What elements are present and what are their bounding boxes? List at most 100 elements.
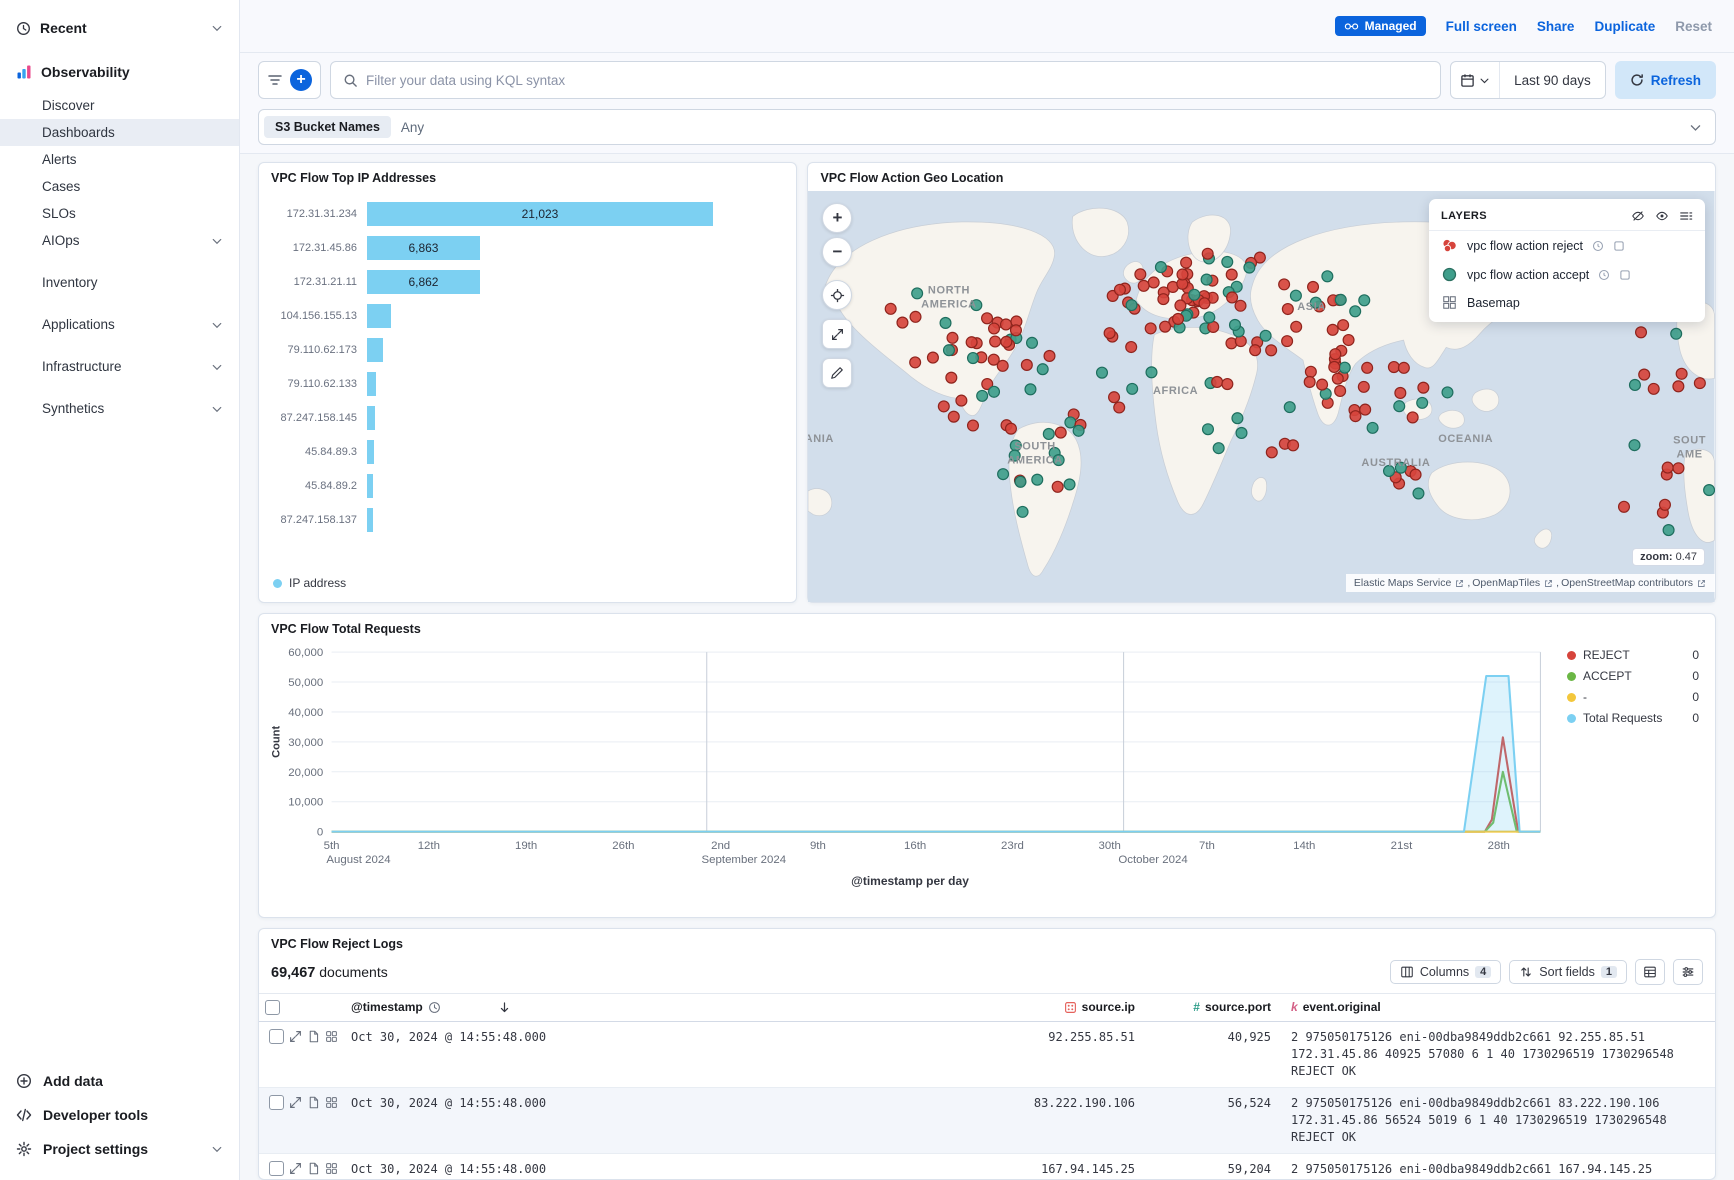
map-point-reject[interactable] <box>1333 373 1344 384</box>
date-picker[interactable]: Last 90 days <box>1450 61 1606 99</box>
map-point-reject[interactable] <box>1266 345 1277 356</box>
map-point-reject[interactable] <box>1160 321 1171 332</box>
map-point-accept[interactable] <box>968 353 979 364</box>
map-point-accept[interactable] <box>1285 402 1296 413</box>
sidebar-item-discover[interactable]: Discover <box>0 92 239 119</box>
map-point-reject[interactable] <box>1282 336 1293 347</box>
map-point-accept[interactable] <box>1359 295 1370 306</box>
map-point-accept[interactable] <box>1065 479 1076 490</box>
map-point-reject[interactable] <box>1673 463 1684 474</box>
bar[interactable] <box>367 474 373 498</box>
map-point-reject[interactable] <box>1389 362 1400 373</box>
sort-fields-button[interactable]: Sort fields 1 <box>1509 960 1627 984</box>
map-point-reject[interactable] <box>1158 294 1169 305</box>
map-point-accept[interactable] <box>1671 328 1682 339</box>
bar[interactable] <box>367 406 375 430</box>
map-point-accept[interactable] <box>971 300 982 311</box>
map-point-reject[interactable] <box>1267 447 1278 458</box>
map-point-reject[interactable] <box>1619 501 1630 512</box>
map-point-accept[interactable] <box>1032 474 1043 485</box>
eye-off-icon[interactable] <box>1631 209 1645 223</box>
map-point-reject[interactable] <box>956 395 967 406</box>
legend-item-total-requests[interactable]: Total Requests0 <box>1567 711 1699 725</box>
map-point-reject[interactable] <box>897 317 908 328</box>
map-point-accept[interactable] <box>1074 425 1085 436</box>
map-point-accept[interactable] <box>912 288 923 299</box>
map-point-reject[interactable] <box>910 357 921 368</box>
map-point-accept[interactable] <box>1232 413 1243 424</box>
map-point-accept[interactable] <box>1010 450 1021 461</box>
map-point-accept[interactable] <box>1038 364 1049 375</box>
map-point-reject[interactable] <box>1411 469 1422 480</box>
map-point-reject[interactable] <box>911 311 922 322</box>
map-point-reject[interactable] <box>1114 402 1125 413</box>
map-point-reject[interactable] <box>1362 362 1373 373</box>
map-point-reject[interactable] <box>1115 284 1126 295</box>
map-point-reject[interactable] <box>1001 319 1012 330</box>
expand-row-icon[interactable] <box>289 1162 302 1175</box>
map-point-reject[interactable] <box>1227 292 1238 303</box>
map-point-accept[interactable] <box>1350 306 1361 317</box>
map-point-reject[interactable] <box>1308 281 1319 292</box>
sidebar-item-alerts[interactable]: Alerts <box>0 146 239 173</box>
map-point-accept[interactable] <box>1413 488 1424 499</box>
sidebar-item-inventory[interactable]: Inventory <box>0 269 239 296</box>
openmaptiles-link[interactable]: OpenMapTiles <box>1472 577 1540 589</box>
set-view-button[interactable] <box>822 280 852 310</box>
map-point-reject[interactable] <box>1053 481 1064 492</box>
bar[interactable] <box>367 304 391 328</box>
map-point-reject[interactable] <box>1677 368 1688 379</box>
bar[interactable] <box>367 440 374 464</box>
map-point-reject[interactable] <box>1305 376 1316 387</box>
map-point-accept[interactable] <box>1027 337 1038 348</box>
map-point-reject[interactable] <box>1350 411 1361 422</box>
map-point-accept[interactable] <box>1189 289 1200 300</box>
map-point-accept[interactable] <box>1127 383 1138 394</box>
sort-descending-icon[interactable] <box>498 1001 511 1014</box>
map-point-reject[interactable] <box>1149 277 1160 288</box>
map-point-reject[interactable] <box>1011 325 1022 336</box>
column-header-timestamp[interactable]: @timestamp <box>345 994 645 1020</box>
map-point-accept[interactable] <box>1203 424 1214 435</box>
map-point-accept[interactable] <box>1261 330 1272 341</box>
map-point-reject[interactable] <box>1250 345 1261 356</box>
map-point-reject[interactable] <box>1181 257 1192 268</box>
s3-bucket-control[interactable]: S3 Bucket Names Any <box>258 109 1716 145</box>
map-point-reject[interactable] <box>1139 280 1150 291</box>
map-point-reject[interactable] <box>1109 392 1120 403</box>
row-checkbox[interactable] <box>269 1161 284 1176</box>
calendar-button[interactable] <box>1451 62 1500 98</box>
map-point-accept[interactable] <box>1237 428 1248 439</box>
map-point-reject[interactable] <box>1022 359 1033 370</box>
map-point-accept[interactable] <box>1417 397 1428 408</box>
map-point-reject[interactable] <box>1639 369 1650 380</box>
bar[interactable] <box>367 508 373 532</box>
managed-badge[interactable]: Managed <box>1335 16 1426 36</box>
map-point-accept[interactable] <box>989 386 1000 397</box>
map-point-reject[interactable] <box>1660 499 1671 510</box>
bar[interactable] <box>367 372 376 396</box>
map-point-reject[interactable] <box>982 313 993 324</box>
sidebar-item-add-data[interactable]: Add data <box>0 1064 239 1098</box>
map-point-accept[interactable] <box>1384 466 1395 477</box>
legend-item-dash[interactable]: -0 <box>1567 690 1699 704</box>
map-point-reject[interactable] <box>1338 320 1349 331</box>
zoom-in-button[interactable]: + <box>822 203 852 233</box>
sidebar-item-applications[interactable]: Applications <box>0 311 239 338</box>
map-point-reject[interactable] <box>928 352 939 363</box>
map-point-accept[interactable] <box>1018 506 1029 517</box>
map-point-accept[interactable] <box>998 469 1009 480</box>
map-point-accept[interactable] <box>1202 274 1213 285</box>
full-screen-button[interactable]: Full screen <box>1446 19 1517 34</box>
map-point-reject[interactable] <box>1663 462 1674 473</box>
map-point-accept[interactable] <box>1222 256 1233 267</box>
map-point-reject[interactable] <box>1288 440 1299 451</box>
map-point-reject[interactable] <box>1359 381 1370 392</box>
map-point-reject[interactable] <box>1335 385 1346 396</box>
openstreetmap-contributors-link[interactable]: OpenStreetMap contributors <box>1561 577 1693 589</box>
map-point-reject[interactable] <box>939 401 950 412</box>
map-point-accept[interactable] <box>941 317 952 328</box>
map-point-accept[interactable] <box>1025 384 1036 395</box>
sidebar-item-developer-tools[interactable]: Developer tools <box>0 1098 239 1132</box>
layer-item-vpc-flow-action-reject[interactable]: vpc flow action reject <box>1429 231 1705 260</box>
